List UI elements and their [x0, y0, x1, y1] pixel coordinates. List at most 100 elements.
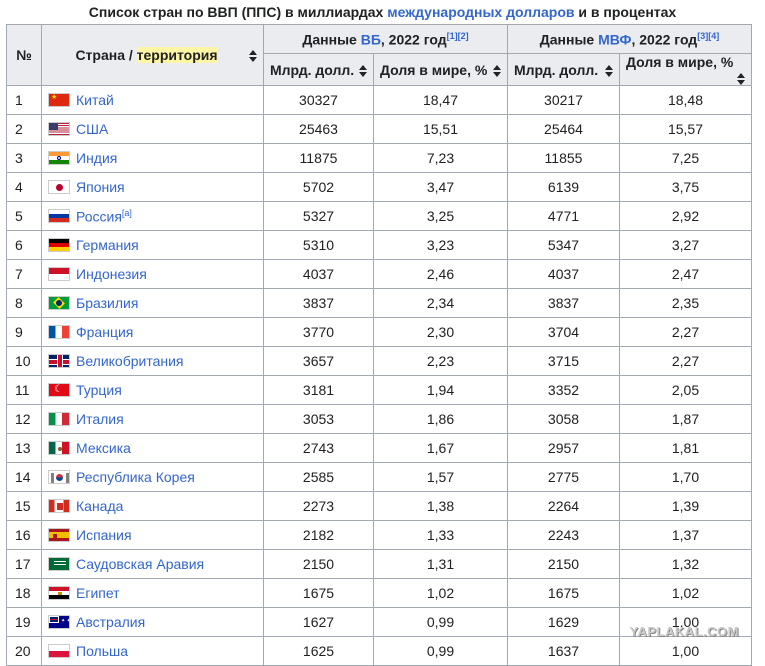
country-link[interactable]: Великобритания [76, 353, 184, 369]
flag-jp-icon [48, 180, 70, 194]
cell-wb-bln: 2150 [263, 549, 374, 579]
cell-wb-share: 18,47 [373, 85, 508, 115]
header-imf-prefix: Данные [539, 31, 599, 48]
country-link[interactable]: Франция [76, 324, 133, 340]
header-wb: Данные ВБ, 2022 год[1][2] [263, 24, 508, 54]
country-link[interactable]: Египет [76, 585, 120, 601]
country-link[interactable]: Мексика [76, 440, 131, 456]
country-link[interactable]: Индия [76, 150, 117, 166]
cell-wb-bln: 25463 [263, 114, 374, 144]
cell-wb-share: 3,25 [373, 201, 508, 231]
header-imf-share[interactable]: Доля в мире, % [619, 53, 752, 86]
sort-arrows-icon[interactable] [249, 50, 257, 62]
header-imf-share-label: Доля в мире, % [626, 54, 734, 71]
table-row: 13 Мексика 2743 1,67 2957 1,81 [6, 433, 752, 463]
sort-arrows-icon[interactable] [605, 64, 613, 77]
flag-es-icon [48, 528, 70, 542]
country-link[interactable]: Испания [76, 527, 132, 543]
cell-imf-bln: 2264 [507, 491, 620, 521]
country-link[interactable]: Китай [76, 92, 114, 108]
sort-arrows-icon[interactable] [493, 64, 501, 77]
cell-imf-share: 1,39 [619, 491, 752, 521]
flag-tr-icon [48, 383, 70, 397]
table-row: 20 Польша 1625 0,99 1637 1,00 [6, 636, 752, 666]
country-link[interactable]: Республика Корея [76, 469, 195, 485]
flag-mx-icon [48, 441, 70, 455]
country-link[interactable]: Канада [76, 498, 123, 514]
country-name: Япония [76, 179, 125, 195]
header-wb-link[interactable]: ВБ [361, 31, 381, 47]
cell-wb-bln: 5702 [263, 172, 374, 202]
caption-link-intl-dollars[interactable]: международных долларов [387, 4, 574, 20]
cell-imf-share: 1,81 [619, 433, 752, 463]
table-row: 7 Индонезия 4037 2,46 4037 2,47 [6, 259, 752, 289]
cell-wb-share: 1,57 [373, 462, 508, 492]
country-link[interactable]: Россия[a] [76, 208, 132, 225]
cell-imf-share: 2,35 [619, 288, 752, 318]
cell-imf-bln: 4771 [507, 201, 620, 231]
cell-index: 5 [6, 201, 42, 231]
header-imf-link[interactable]: МВФ [598, 31, 631, 47]
cell-wb-share: 2,23 [373, 346, 508, 376]
header-imf-bln-label: Млрд. долл. [514, 61, 599, 78]
sort-arrows-icon[interactable] [359, 64, 367, 77]
header-imf-bln[interactable]: Млрд. долл. [507, 53, 620, 86]
header-wb-suffix: , 2022 год [380, 31, 447, 48]
header-imf-suffix: , 2022 год [631, 31, 698, 48]
cell-imf-bln: 3715 [507, 346, 620, 376]
country-link[interactable]: Австралия [76, 614, 145, 630]
country-link[interactable]: Индонезия [76, 266, 147, 282]
cell-wb-share: 2,46 [373, 259, 508, 289]
header-wb-share-label: Доля в мире, % [380, 61, 488, 78]
header-index[interactable]: № [6, 24, 42, 86]
cell-index: 11 [6, 375, 42, 405]
cell-imf-bln: 11855 [507, 143, 620, 173]
country-name: Великобритания [76, 353, 184, 369]
table-row: 5 Россия[a] 5327 3,25 4771 2,92 [6, 201, 752, 231]
cell-wb-bln: 1625 [263, 636, 374, 666]
header-wb-bln[interactable]: Млрд. долл. [263, 53, 374, 86]
cell-country: Италия [41, 404, 264, 434]
country-note[interactable]: [a] [122, 208, 132, 218]
header-imf-refs[interactable]: [3][4] [697, 31, 719, 41]
cell-index: 14 [6, 462, 42, 492]
country-link[interactable]: Италия [76, 411, 124, 427]
country-link[interactable]: Германия [76, 237, 139, 253]
cell-imf-share: 3,75 [619, 172, 752, 202]
country-name: США [76, 121, 109, 137]
table-row: 14 Республика Корея 2585 1,57 2775 1,70 [6, 462, 752, 492]
table-row: 3 Индия 11875 7,23 11855 7,25 [6, 143, 752, 173]
country-link[interactable]: Саудовская Аравия [76, 556, 204, 572]
cell-imf-bln: 2957 [507, 433, 620, 463]
cell-imf-bln: 2243 [507, 520, 620, 550]
cell-index: 12 [6, 404, 42, 434]
header-wb-share[interactable]: Доля в мире, % [373, 53, 508, 86]
cell-index: 2 [6, 114, 42, 144]
header-country-highlight: территория [136, 47, 218, 63]
country-link[interactable]: Польша [76, 643, 128, 659]
caption-prefix: Список стран по ВВП (ППС) в миллиардах [88, 4, 388, 20]
header-wb-refs[interactable]: [1][2] [447, 31, 469, 41]
cell-imf-bln: 3058 [507, 404, 620, 434]
cell-country: Польша [41, 636, 264, 666]
table-row: 12 Италия 3053 1,86 3058 1,87 [6, 404, 752, 434]
cell-index: 4 [6, 172, 42, 202]
country-link[interactable]: Бразилия [76, 295, 138, 311]
country-link[interactable]: Япония [76, 179, 125, 195]
country-link[interactable]: США [76, 121, 108, 137]
country-link[interactable]: Турция [76, 382, 122, 398]
cell-wb-bln: 5327 [263, 201, 374, 231]
cell-wb-bln: 30327 [263, 85, 374, 115]
cell-imf-share: 15,57 [619, 114, 752, 144]
cell-country: Египет [41, 578, 264, 608]
cell-imf-bln: 5347 [507, 230, 620, 260]
sort-arrows-icon[interactable] [737, 73, 745, 85]
cell-imf-bln: 3837 [507, 288, 620, 318]
header-imf: Данные МВФ, 2022 год[3][4] [507, 24, 752, 54]
cell-country: Саудовская Аравия [41, 549, 264, 579]
country-name: Германия [76, 237, 139, 253]
cell-wb-share: 15,51 [373, 114, 508, 144]
cell-imf-share: 2,27 [619, 346, 752, 376]
table-row: 11 Турция 31811,9433522,05 [6, 375, 752, 405]
header-country[interactable]: Страна / территория [41, 24, 264, 86]
